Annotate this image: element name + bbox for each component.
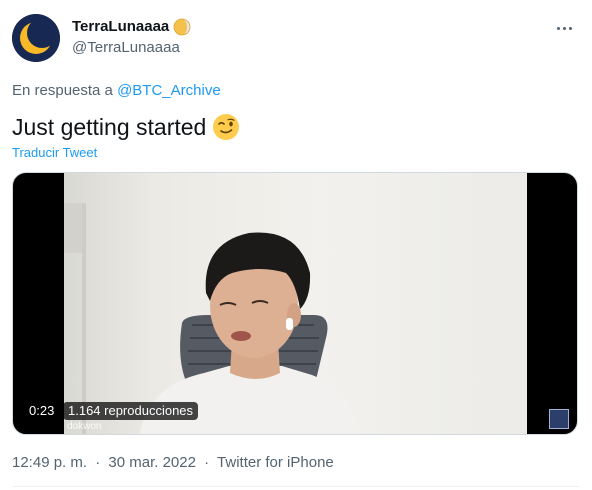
handle[interactable]: @TerraLunaaaa [72,38,191,58]
video-frame [64,173,527,434]
display-name-text: TerraLunaaaa [72,18,170,35]
terra-luna-logo-icon [12,14,60,62]
more-dot-icon [562,26,566,30]
author-block: TerraLunaaaa @TerraLunaaaa [72,17,191,58]
tweet-date-link[interactable]: 30 mar. 2022 [108,454,196,471]
video-player[interactable]: 0:23 1.164 reproducciones dokwon [12,172,578,435]
tweet-time-link[interactable]: 12:49 p. m. [12,454,87,471]
divider [12,486,580,487]
reply-prefix: En respuesta a [12,82,113,99]
winking-face-icon [213,114,240,140]
more-dot-icon [568,26,572,30]
tweet-text: Just getting started [12,112,240,142]
more-options-button[interactable] [550,14,578,42]
reply-context: En respuesta a @BTC_Archive [12,81,221,101]
tweet-card: TerraLunaaaa @TerraLunaaaa En respuesta … [0,0,592,490]
reply-mention-link[interactable]: @BTC_Archive [117,82,221,99]
participant-thumbnail [549,409,569,429]
video-time-badge: 0:23 [24,402,60,420]
tweet-meta: 12:49 p. m. · 30 mar. 2022 · Twitter for… [12,453,334,473]
moon-icon [173,18,191,36]
more-dot-icon [556,26,560,30]
tweet-text-content: Just getting started [12,114,207,140]
video-still-image [64,203,364,434]
meta-separator: · [95,454,101,471]
avatar[interactable] [12,14,60,62]
video-views-badge: 1.164 reproducciones [63,402,199,420]
participant-name-label: dokwon [67,421,102,432]
meta-separator: · [204,454,210,471]
display-name[interactable]: TerraLunaaaa [72,17,191,37]
tweet-source-link[interactable]: Twitter for iPhone [217,454,334,471]
translate-tweet-link[interactable]: Traducir Tweet [12,145,97,161]
